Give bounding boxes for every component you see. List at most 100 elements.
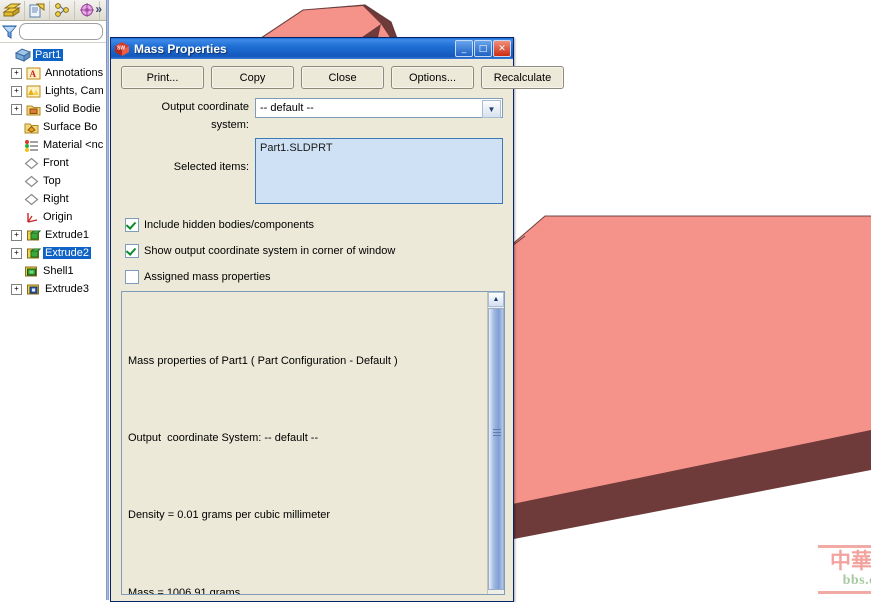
feature-tree-item-solid-bodie[interactable]: + Solid Bodie bbox=[0, 100, 106, 118]
expand-toggle-icon[interactable]: + bbox=[11, 247, 22, 259]
surface-bodies-icon bbox=[23, 120, 39, 135]
feature-tree-item-label: Extrude3 bbox=[45, 283, 90, 295]
feature-tree[interactable]: Part1 + A Annotations + Lights, Cam + Solid Bod… bbox=[0, 43, 106, 298]
feature-tree-item-label: Shell1 bbox=[43, 265, 74, 277]
plane-icon bbox=[23, 192, 39, 207]
close-window-button[interactable]: ✕ bbox=[493, 40, 511, 57]
tree-indent-spacer bbox=[11, 177, 20, 186]
annotations-icon: A bbox=[25, 66, 41, 81]
feature-manager-tab-strip[interactable]: » bbox=[0, 0, 106, 21]
show-output-coordinate-system-row[interactable]: Show output coordinate system in corner … bbox=[111, 242, 513, 259]
assigned-mass-properties-checkbox[interactable] bbox=[125, 269, 139, 284]
watermark-url-text: bbs.chinade.net bbox=[842, 573, 871, 588]
close-button[interactable]: Close bbox=[301, 66, 384, 89]
expand-toggle-icon[interactable]: + bbox=[11, 283, 22, 295]
show-output-coordinate-system-checkbox[interactable] bbox=[125, 243, 139, 258]
dialog-title-bar[interactable]: SW Mass Properties _ □ ✕ bbox=[111, 38, 513, 59]
copy-button-label: Copy bbox=[239, 71, 266, 84]
expand-toggle-icon[interactable]: + bbox=[11, 85, 22, 97]
watermark-rule-bottom bbox=[818, 591, 871, 594]
display-manager-icon bbox=[80, 2, 94, 17]
feature-tree-item-label: Front bbox=[43, 157, 69, 169]
forum-watermark: 中華設計論壇 bbs.chinade.net bbox=[818, 543, 871, 595]
feature-tree-item-shell1[interactable]: Shell1 bbox=[0, 262, 106, 280]
solidworks-icon: SW bbox=[115, 41, 129, 56]
feature-tree-item-extrude2[interactable]: + Extrude2 bbox=[0, 244, 106, 262]
feature-tree-item-label: Right bbox=[43, 193, 69, 205]
feature-tree-item-front[interactable]: Front bbox=[0, 154, 106, 172]
shell-icon bbox=[23, 264, 39, 279]
feature-tree-item-label: Lights, Cam bbox=[45, 85, 104, 97]
svg-text:A: A bbox=[29, 69, 36, 79]
feature-manager-design-tree-tab[interactable] bbox=[0, 0, 25, 20]
filter-funnel-icon[interactable] bbox=[2, 24, 17, 39]
recalculate-button[interactable]: Recalculate bbox=[481, 66, 564, 89]
chevron-down-icon[interactable]: ▼ bbox=[482, 100, 501, 118]
feature-tree-item-material-nc[interactable]: Material <nc bbox=[0, 136, 106, 154]
feature-tree-item-origin[interactable]: Origin bbox=[0, 208, 106, 226]
include-hidden-bodies-label: Include hidden bodies/components bbox=[144, 218, 315, 231]
feature-tree-item-extrude3[interactable]: + Extrude3 bbox=[0, 280, 106, 298]
minimize-button[interactable]: _ bbox=[455, 40, 473, 57]
scroll-up-button[interactable]: ▲ bbox=[488, 292, 504, 307]
tree-indent-spacer bbox=[3, 51, 12, 60]
plane-icon bbox=[23, 174, 39, 189]
design-tree-icon bbox=[3, 3, 21, 17]
maximize-button[interactable]: □ bbox=[474, 40, 492, 57]
lights-cameras-icon bbox=[25, 84, 41, 99]
tree-indent-spacer bbox=[11, 159, 20, 168]
results-density: Density = 0.01 grams per cubic millimete… bbox=[128, 509, 331, 522]
results-mass: Mass = 1006.91 grams bbox=[128, 586, 241, 594]
feature-tree-item-label: Origin bbox=[43, 211, 73, 223]
feature-tree-item-lights-cam[interactable]: + Lights, Cam bbox=[0, 82, 106, 100]
extrude-cut-icon bbox=[25, 282, 41, 297]
feature-tree-item-label: Annotations bbox=[45, 67, 104, 79]
feature-tree-item-surface-bo[interactable]: Surface Bo bbox=[0, 118, 106, 136]
configuration-manager-tab[interactable] bbox=[50, 0, 75, 20]
output-coordinate-system-dropdown[interactable]: -- default -- ▼ bbox=[255, 98, 503, 118]
print-button[interactable]: Print... bbox=[121, 66, 204, 89]
feature-tree-item-part1[interactable]: Part1 bbox=[0, 46, 106, 64]
dialog-title: Mass Properties bbox=[134, 41, 227, 56]
scrollbar-thumb[interactable] bbox=[488, 308, 504, 590]
options-button[interactable]: Options... bbox=[391, 66, 474, 89]
mass-properties-results-panel[interactable]: Mass properties of Part1 ( Part Configur… bbox=[121, 291, 505, 595]
tree-indent-spacer bbox=[11, 195, 20, 204]
results-output-coordinate-system: Output coordinate System: -- default -- bbox=[128, 431, 319, 444]
recalculate-button-label: Recalculate bbox=[493, 71, 552, 84]
mass-properties-dialog[interactable]: SW Mass Properties _ □ ✕ Print... Copy C… bbox=[110, 37, 564, 602]
origin-icon bbox=[23, 210, 39, 225]
feature-tree-item-label: Extrude1 bbox=[45, 229, 90, 241]
selected-items-list[interactable]: Part1.SLDPRT bbox=[255, 138, 503, 204]
feature-tree-item-label: Extrude2 bbox=[43, 247, 92, 259]
material-icon bbox=[23, 138, 39, 153]
feature-tree-item-right[interactable]: Right bbox=[0, 190, 106, 208]
selected-items-row: Selected items: Part1.SLDPRT bbox=[111, 138, 513, 204]
property-manager-tab[interactable] bbox=[25, 0, 50, 20]
plane-icon bbox=[23, 156, 39, 171]
assigned-mass-properties-row[interactable]: Assigned mass properties bbox=[111, 268, 513, 285]
clipboard-icon bbox=[29, 3, 45, 17]
feature-tree-item-annotations[interactable]: + A Annotations bbox=[0, 64, 106, 82]
tree-indent-spacer bbox=[11, 213, 20, 222]
print-button-label: Print... bbox=[146, 71, 179, 84]
output-coordinate-system-label: Output coordinate system: bbox=[161, 101, 249, 131]
include-hidden-bodies-checkbox[interactable] bbox=[125, 217, 139, 232]
watermark-rule-top bbox=[818, 545, 871, 548]
feature-tree-filter-input[interactable] bbox=[19, 23, 103, 40]
include-hidden-bodies-row[interactable]: Include hidden bodies/components bbox=[111, 216, 513, 233]
feature-tree-item-extrude1[interactable]: + Extrude1 bbox=[0, 226, 106, 244]
assigned-mass-properties-label: Assigned mass properties bbox=[144, 270, 271, 283]
expand-toggle-icon[interactable]: + bbox=[11, 229, 22, 241]
feature-tree-item-label: Part1 bbox=[33, 49, 64, 61]
copy-button[interactable]: Copy bbox=[211, 66, 294, 89]
expand-toggle-icon[interactable]: + bbox=[11, 67, 22, 79]
expand-toggle-icon[interactable]: + bbox=[11, 103, 22, 115]
feature-manager-overflow-button[interactable]: » bbox=[95, 2, 102, 16]
close-button-label: Close bbox=[328, 71, 357, 84]
configuration-icon bbox=[55, 2, 69, 17]
feature-tree-filter-row[interactable] bbox=[0, 21, 106, 43]
results-vertical-scrollbar[interactable]: ▲ bbox=[487, 292, 504, 594]
feature-tree-item-top[interactable]: Top bbox=[0, 172, 106, 190]
feature-manager-panel[interactable]: » Part1 + A Annotations + Lights, Cam + Solid B… bbox=[0, 0, 107, 600]
